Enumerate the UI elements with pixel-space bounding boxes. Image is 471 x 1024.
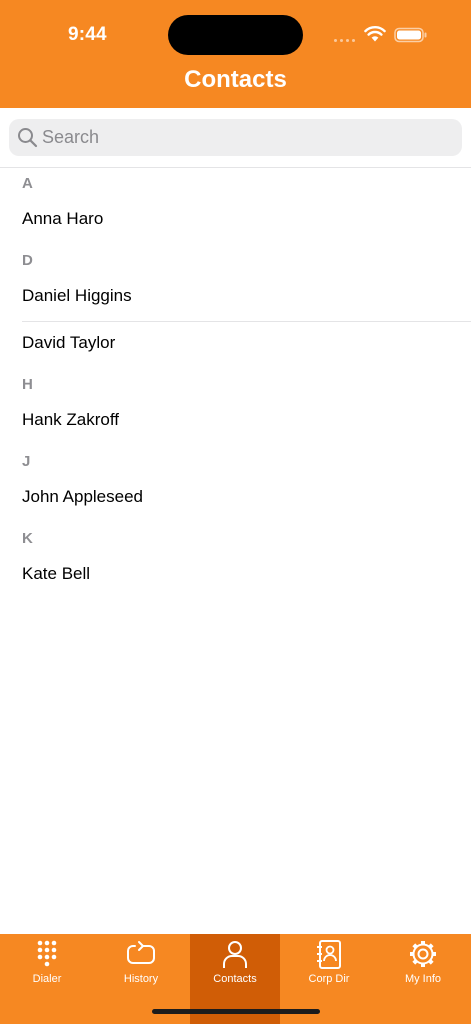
search-divider (0, 167, 471, 168)
contact-name: Daniel Higgins (22, 286, 132, 305)
dynamic-island (168, 15, 303, 55)
search-bar[interactable] (9, 119, 462, 156)
cellular-signal-icon (334, 39, 360, 43)
tab-my-info[interactable]: My Info (378, 934, 468, 1024)
tab-label: Contacts (213, 973, 257, 985)
navigation-header: 9:44 Contacts (0, 0, 471, 108)
section-header-k: K (22, 530, 33, 547)
tab-dialer[interactable]: Dialer (2, 934, 92, 1024)
tab-label: History (123, 973, 159, 985)
contact-row[interactable]: Kate Bell (0, 556, 471, 596)
contact-name: Hank Zakroff (22, 410, 120, 429)
section-header-h: H (22, 376, 33, 393)
person-icon (223, 941, 247, 968)
contact-name: Kate Bell (22, 564, 91, 583)
tab-label: Corp Dir (308, 973, 350, 985)
contact-name: Anna Haro (22, 209, 104, 228)
contact-row[interactable]: Hank Zakroff (0, 402, 471, 442)
tab-label: Dialer (32, 973, 62, 985)
section-header-d: D (22, 252, 33, 269)
contact-row[interactable]: John Appleseed (0, 479, 471, 519)
contact-row[interactable]: Daniel Higgins (0, 278, 471, 318)
contact-name: David Taylor (22, 333, 116, 352)
contact-row[interactable]: David Taylor (0, 325, 471, 365)
page-title: Contacts (184, 66, 287, 93)
contact-name: John Appleseed (22, 487, 143, 506)
wifi-icon (364, 26, 386, 42)
address-book-icon (317, 940, 341, 969)
section-header-j: J (22, 453, 31, 470)
battery-icon (394, 27, 427, 43)
section-header-a: A (22, 175, 33, 192)
tab-label: My Info (404, 973, 442, 985)
gear-icon (410, 941, 436, 967)
search-icon (18, 128, 38, 148)
keypad-icon (37, 940, 57, 967)
search-input[interactable] (42, 119, 442, 156)
contact-row[interactable]: Anna Haro (0, 201, 471, 241)
history-icon (127, 941, 155, 964)
status-time: 9:44 (68, 24, 107, 45)
home-indicator (152, 1009, 320, 1014)
row-separator (22, 321, 471, 322)
